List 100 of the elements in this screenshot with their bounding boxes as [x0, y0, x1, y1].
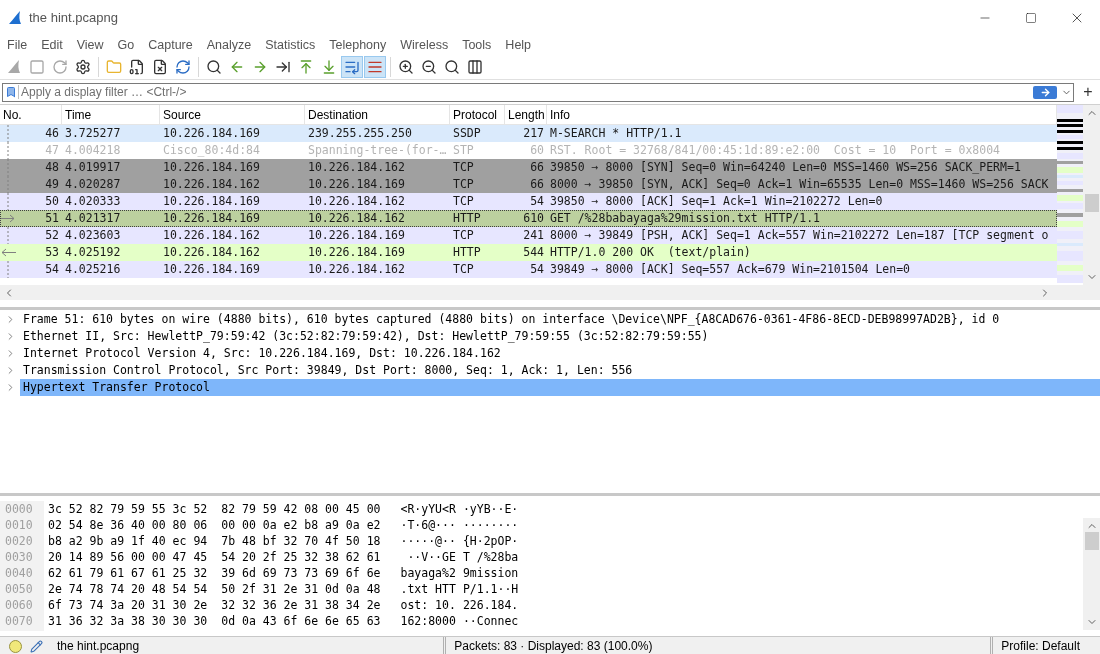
menu-item[interactable]: Help [505, 38, 532, 52]
restart-icon [52, 58, 68, 75]
table-cell-text: 10.226.184.162 [307, 260, 406, 278]
packet-row[interactable]: 46 3.725277 10.226.184.169 239.255.255.250 SSDP 217 M-SEARCH * HTTP/1.1 [0, 125, 1057, 142]
colorize-button[interactable] [364, 55, 386, 78]
column-header[interactable]: Destination [305, 105, 450, 124]
ascii-bytes: ost: 10. [400, 597, 456, 615]
table-cell-text: 10.226.184.169 [162, 192, 261, 210]
hex-bytes: 50 2f 31 2e 31 0d 0a 48 [221, 581, 381, 599]
ascii-bytes: ·yYB··E· [462, 501, 519, 519]
column-header[interactable]: Protocol [450, 105, 505, 124]
table-cell-text: 4.021317 [64, 209, 122, 227]
packet-row[interactable]: 54 4.025216 10.226.184.169 10.226.184.162 TCP 54 39849 → 8000 [ACK] Seq=557 Ack=679 Win=2101504 Len=0 [0, 261, 1057, 278]
autoscroll-button[interactable] [341, 55, 363, 78]
zoom-in-icon [398, 58, 414, 75]
packet-row[interactable]: 49 4.020287 10.226.184.162 10.226.184.169 TCP 66 8000 → 39850 [SYN, ACK] Seq=0 Ack=1 Win=65535 Len=0 MSS=1460 WS=256 SACK [0, 176, 1057, 193]
menu-item[interactable]: Capture [148, 38, 193, 52]
menu-item[interactable]: Edit [41, 38, 63, 52]
filter-bar[interactable]: Apply a display filter … <Ctrl-/> [2, 82, 1074, 102]
hex-bytes: 54 20 2f 25 32 38 62 61 [221, 549, 381, 567]
column-header[interactable]: No. [0, 105, 62, 124]
vertical-scrollbar[interactable] [1083, 518, 1100, 630]
scroll-thumb[interactable] [1084, 194, 1099, 212]
stop-icon [29, 58, 45, 75]
table-cell-text: STP [452, 141, 475, 159]
menu-item[interactable]: Tools [462, 38, 492, 52]
table-cell-text: 51 [44, 209, 60, 227]
table-cell-text: M-SEARCH * HTTP/1.1 [549, 125, 683, 142]
app-logo-icon [7, 10, 23, 26]
ascii-bytes: ··Connec [462, 613, 519, 631]
menu-item[interactable]: File [7, 38, 28, 52]
table-cell-text: TCP [452, 192, 475, 210]
right-arrow-icon [1039, 86, 1051, 98]
file-close-icon [152, 58, 168, 75]
table-cell-text: 54 [44, 260, 60, 278]
pencil-icon[interactable] [30, 639, 43, 653]
hex-bytes: 00 00 0a e2 b8 a9 0a e2 [221, 517, 381, 535]
ascii-bytes: <R·yYU<R [400, 501, 456, 519]
table-cell-text: 10.226.184.162 [307, 209, 406, 227]
table-cell-text: 10.226.184.169 [307, 175, 406, 193]
horizontal-scrollbar[interactable] [0, 285, 1100, 300]
ascii-bytes: .txt HTT [400, 581, 456, 599]
table-cell-text: 39850 → 8000 [SYN] Seq=0 Win=64240 Len=0 MSS=1460 WS=256 SACK_PERM=1 [549, 158, 1022, 176]
apply-filter-button[interactable] [1033, 85, 1057, 99]
table-cell-text: 10.226.184.169 [307, 226, 406, 244]
add-filter-button[interactable]: + [1078, 84, 1098, 100]
table-cell-text: 10.226.184.162 [162, 243, 261, 261]
hex-bytes: 2e 74 78 74 20 48 54 54 [48, 581, 208, 599]
tree-item[interactable]: Frame 51: 610 bytes on wire (4880 bits), 610 bytes captured (4880 bits) on interface \Device\NPF_{A8CAD676-0361-4F86-8ECD-DEB98997AD2B}, id 0 [20, 311, 1100, 328]
packet-row[interactable]: 52 4.023603 10.226.184.162 10.226.184.169 TCP 241 8000 → 39849 [PSH, ACK] Seq=1 Ack=557 Win=2102272 Len=187 [TCP segment o [0, 227, 1057, 244]
down-arrow-icon [321, 58, 337, 75]
status-indicator-icon [9, 639, 22, 653]
vertical-scrollbar[interactable] [1083, 105, 1100, 285]
menu-item[interactable]: Wireless [400, 38, 449, 52]
packet-row[interactable]: 50 4.020333 10.226.184.169 10.226.184.162 TCP 54 39850 → 8000 [ACK] Seq=1 Ack=1 Win=2102272 Len=0 [0, 193, 1057, 210]
hex-bytes: 82 79 59 42 08 00 45 00 [221, 501, 381, 519]
column-header[interactable]: Source [160, 105, 305, 124]
table-cell-text: 4.025192 [64, 243, 122, 261]
hex-bytes: 62 61 79 61 67 61 25 32 [48, 565, 208, 583]
column-header[interactable]: Length [505, 105, 547, 124]
reload-icon [175, 58, 191, 75]
table-cell-text: 10.226.184.169 [162, 260, 261, 278]
packet-row[interactable]: 48 4.019917 10.226.184.169 10.226.184.162 TCP 66 39850 → 8000 [SYN] Seq=0 Win=64240 Len=0 MSS=1460 WS=256 SACK_PERM=1 [0, 159, 1057, 176]
table-cell-text: 4.025216 [64, 260, 122, 278]
tree-item[interactable]: Hypertext Transfer Protocol [20, 379, 1100, 396]
table-cell-text: 54 [529, 260, 545, 278]
table-cell-text: 4.020333 [64, 192, 122, 210]
menu-item[interactable]: Analyze [206, 38, 252, 52]
packet-row[interactable]: 53 4.025192 10.226.184.162 10.226.184.169 HTTP 544 HTTP/1.0 200 OK (text/plain) [0, 244, 1057, 261]
column-header[interactable]: Time [62, 105, 160, 124]
tree-item[interactable]: Internet Protocol Version 4, Src: 10.226.184.169, Dst: 10.226.184.162 [20, 345, 1100, 362]
hex-bytes: 20 14 89 56 00 00 47 45 [48, 549, 208, 567]
window-title: the hint.pcapng [29, 9, 118, 28]
table-cell-text: 39850 → 8000 [ACK] Seq=1 Ack=1 Win=2102272 Len=0 [549, 192, 884, 210]
packet-row[interactable]: 51 4.021317 10.226.184.169 10.226.184.162 HTTP 610 GET /%28babayaga%29mission.txt HTTP/1.1 [0, 210, 1057, 227]
gear-icon [75, 58, 91, 75]
table-cell-text: TCP [452, 226, 475, 244]
ascii-bytes: 226.184. [462, 597, 519, 615]
profile-label[interactable]: Profile: Default [990, 637, 1100, 654]
display-filter-field[interactable]: Apply a display filter … <Ctrl-/> [21, 83, 1033, 101]
ascii-bytes: ·T·6@··· [400, 517, 456, 535]
table-cell-text: 10.226.184.169 [162, 209, 261, 227]
hex-bytes: 7b 48 bf 32 70 4f 50 18 [221, 533, 381, 551]
hex-bytes: 3c 52 82 79 59 55 3c 52 [48, 501, 208, 519]
table-cell-text: 4.004218 [64, 141, 122, 159]
table-cell-text: 8000 → 39849 [PSH, ACK] Seq=1 Ack=557 Win=2102272 Len=187 [TCP segment o [549, 226, 1050, 244]
table-cell-text: 53 [44, 243, 60, 261]
menu-item[interactable]: Statistics [265, 38, 316, 52]
file-icon [129, 58, 145, 75]
scroll-thumb[interactable] [1084, 532, 1099, 550]
menu-item[interactable]: Telephony [329, 38, 387, 52]
menu-item[interactable]: View [76, 38, 104, 52]
table-cell-text: TCP [452, 175, 475, 193]
search-icon [206, 58, 222, 75]
tree-item[interactable]: Ethernet II, Src: HewlettP_79:59:42 (3c:52:82:79:59:42), Dst: HewlettP_79:59:55 (3c:52:82:79:59:55) [20, 328, 1100, 345]
ascii-bytes: ········ [462, 517, 519, 535]
tree-item[interactable]: Transmission Control Protocol, Src Port: 39849, Dst Port: 8000, Seq: 1, Ack: 1, Len: 556 [20, 362, 1100, 379]
menu-item[interactable]: Go [117, 38, 135, 52]
table-cell-text: 48 [44, 158, 60, 176]
table-cell-text: RST. Root = 32768/841/00:45:1d:89:e2:00 Cost = 10 Port = 0x8004 [549, 141, 1002, 159]
